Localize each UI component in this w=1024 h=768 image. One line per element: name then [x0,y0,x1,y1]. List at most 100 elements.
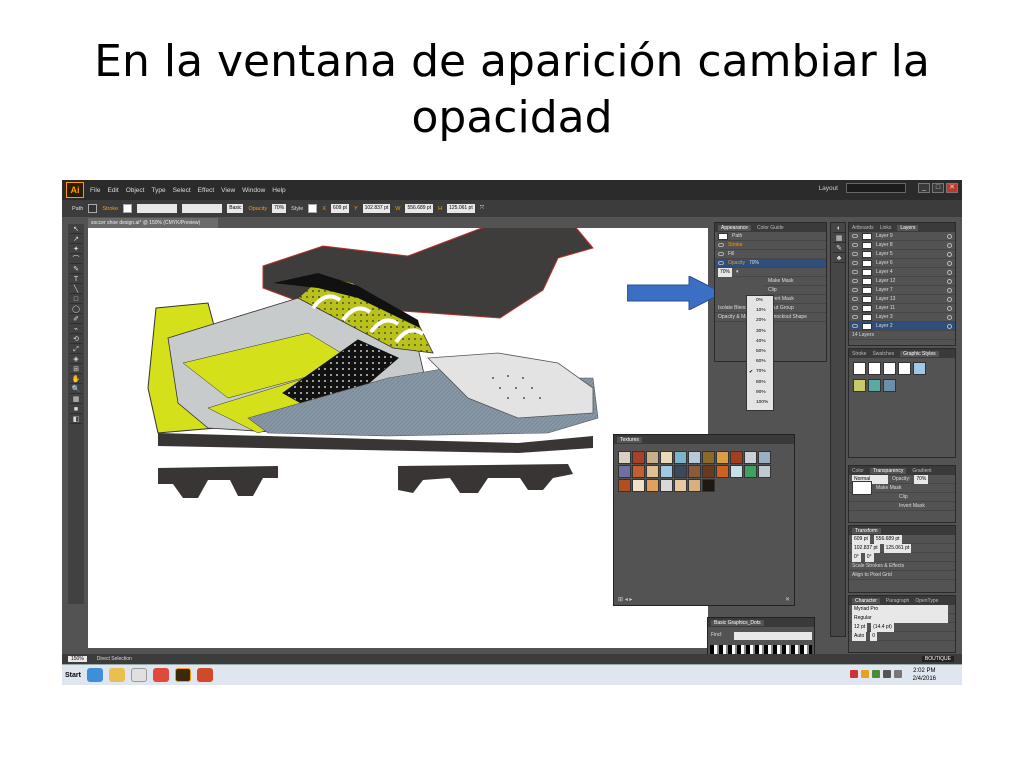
texture-swatch[interactable] [646,451,659,464]
transform-h-field[interactable]: 125.061 pt [883,543,912,553]
style-swatch[interactable] [868,379,881,392]
start-button[interactable]: Start [65,672,81,679]
rotate-tool-icon[interactable]: ⟲ [70,335,82,344]
scale-tool-icon[interactable]: ⤢ [70,345,82,354]
graph-tool-icon[interactable]: ▦ [70,395,82,404]
opacity-dropdown[interactable]: 0% 10% 20% 30% 40% 50% 60% 70% 80% 90% 1… [746,295,774,411]
texture-swatch[interactable] [660,479,673,492]
rotate-field[interactable]: 0° [852,552,861,562]
menu-effect[interactable]: Effect [198,187,215,194]
direct-selection-tool-icon[interactable]: ↗ [70,235,82,244]
target-circle-icon[interactable] [947,287,952,293]
opacity-option[interactable]: 0% [747,296,773,306]
ellipse-tool-icon[interactable]: ◯ [70,305,82,314]
style-swatch[interactable] [883,362,896,375]
eraser-tool-icon[interactable]: ⌁ [70,325,82,334]
stroke-label[interactable]: Stroke [102,206,118,212]
tab-transform[interactable]: Transform [852,527,881,534]
tab-textures[interactable]: Textures [617,436,642,443]
tab-graphic-styles[interactable]: Graphic Styles [900,350,939,357]
taskbar-clock[interactable]: 2:02 PM 2/4/2016 [913,667,936,683]
transparency-opacity-field[interactable]: 70% [914,474,929,484]
pencil-tool-icon[interactable]: ✐ [70,315,82,324]
texture-swatch[interactable] [702,479,715,492]
zoom-level[interactable]: 150% [68,656,87,662]
font-family-select[interactable]: Myriad Pro [852,604,948,614]
style-swatch[interactable] [853,379,866,392]
menu-edit[interactable]: Edit [107,187,118,194]
texture-swatch[interactable] [618,479,631,492]
opacity-option[interactable]: 10% [747,306,773,316]
layer-row-selected[interactable]: Layer 2 [849,322,955,331]
texture-swatch[interactable] [674,479,687,492]
color-panel-icon[interactable]: ◐ [833,224,845,233]
texture-swatch[interactable] [716,465,729,478]
visibility-eye-icon[interactable] [852,270,858,274]
texture-swatch[interactable] [632,451,645,464]
texture-swatch[interactable] [646,465,659,478]
invert-mask-checkbox[interactable]: Invert Mask [899,503,925,509]
visibility-eye-icon[interactable] [852,252,858,256]
explorer-icon[interactable] [108,668,125,682]
target-circle-icon[interactable] [947,242,952,248]
dot-pattern-swatches[interactable] [710,645,812,654]
layer-row[interactable]: Layer 4 [849,268,955,277]
y-field[interactable]: 102.837 pt [362,204,391,213]
font-style-select[interactable]: Regular [852,613,948,623]
close-button[interactable]: ✕ [946,183,958,193]
visibility-eye-icon[interactable] [718,261,724,265]
tray-icon[interactable] [883,670,891,678]
texture-swatch[interactable] [758,465,771,478]
style-swatch[interactable] [913,362,926,375]
volume-icon[interactable] [894,670,902,678]
search-input[interactable] [846,183,906,193]
tab-appearance[interactable]: Appearance [718,224,751,231]
swatches-panel-icon[interactable]: ▦ [833,234,845,243]
texture-swatch[interactable] [632,465,645,478]
document-tab[interactable]: soccer shoe design.ai* @ 150% (CMYK/Prev… [88,218,218,228]
opacity-label[interactable]: Opacity [248,206,267,212]
leading-field[interactable]: (14.4 pt) [871,622,894,632]
selection-tool-icon[interactable]: ↖ [70,225,82,234]
ie-icon[interactable] [86,668,103,682]
x-field[interactable]: 609 pt [331,204,349,213]
media-player-icon[interactable] [130,668,147,682]
minimize-button[interactable]: _ [918,183,930,193]
drawing-mode-icon[interactable]: ◧ [70,415,82,424]
mesh-tool-icon[interactable]: ⊞ [70,365,82,374]
transform-y-field[interactable]: 102.837 pt [852,543,880,553]
symbols-panel-icon[interactable]: ♣ [833,254,845,263]
opacity-option[interactable]: 60% [747,357,773,367]
lasso-tool-icon[interactable]: ⌒ [70,255,82,264]
fill-stroke-icon[interactable]: ■ [70,405,82,414]
tab-transparency[interactable]: Transparency [869,467,907,474]
menu-select[interactable]: Select [173,187,191,194]
style-swatch[interactable] [898,362,911,375]
tab-character[interactable]: Character [852,597,880,604]
layer-row[interactable]: Layer 7 [849,286,955,295]
texture-swatch[interactable] [702,451,715,464]
maximize-button[interactable]: □ [932,183,944,193]
opacity-option[interactable]: 100% [747,398,773,408]
tab-stroke[interactable]: Stroke [852,351,866,357]
shape-builder-tool-icon[interactable]: ◈ [70,355,82,364]
texture-swatch[interactable] [716,451,729,464]
texture-swatch[interactable] [702,465,715,478]
texture-options-icon[interactable]: ✕ [785,596,790,603]
kerning-field[interactable]: Auto [852,631,867,641]
appearance-fill-row[interactable]: Fill [715,250,826,259]
layer-row[interactable]: Layer 5 [849,250,955,259]
clip-checkbox[interactable]: Clip [899,494,908,500]
menu-object[interactable]: Object [126,187,145,194]
magic-wand-tool-icon[interactable]: ✦ [70,245,82,254]
style-swatch[interactable] [308,204,318,213]
tab-gradient[interactable]: Gradient [912,468,931,474]
texture-swatch[interactable] [688,479,701,492]
powerpoint-icon[interactable] [196,668,213,682]
style-swatch[interactable] [853,362,866,375]
library-menu-icon[interactable]: ⊞ ◂ ▸ [618,596,632,603]
target-circle-icon[interactable] [947,305,952,311]
tray-icon[interactable] [861,670,869,678]
layer-row[interactable]: Layer 3 [849,313,955,322]
tab-layers[interactable]: Layers [897,224,919,231]
